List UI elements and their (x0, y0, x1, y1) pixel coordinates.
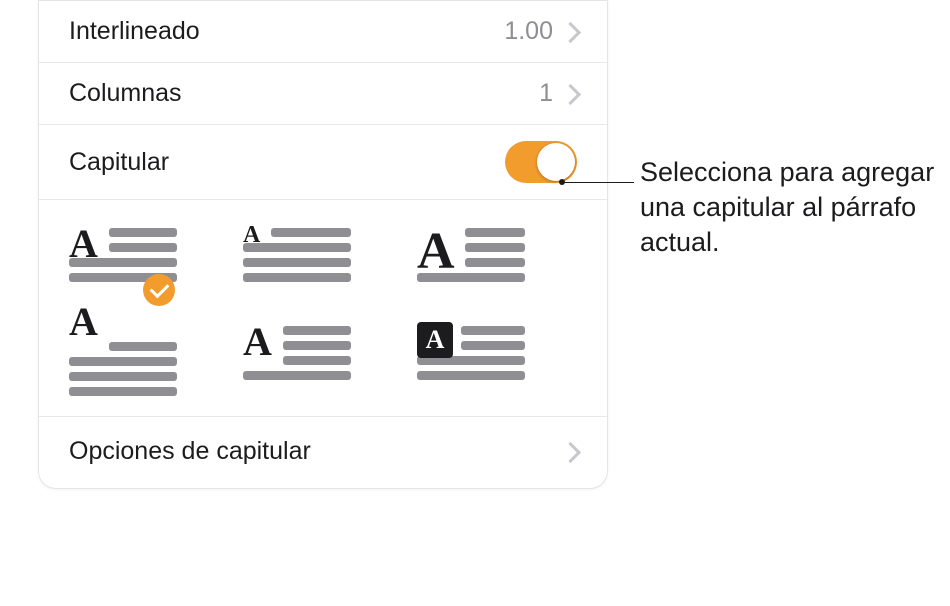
callout-text: Selecciona para agregar una capitular al… (640, 155, 940, 260)
dropcap-style-icon: A (243, 228, 353, 282)
line-spacing-value-wrap: 1.00 (504, 17, 577, 46)
dropcap-style-icon: A (243, 326, 353, 380)
line-spacing-row[interactable]: Interlineado 1.00 (39, 1, 607, 63)
dropcap-options-row[interactable]: Opciones de capitular (39, 417, 607, 478)
dropcap-style-6[interactable]: A (417, 326, 527, 392)
letter-a-icon: A (243, 222, 260, 249)
letter-a-icon: A (69, 298, 98, 345)
dropcap-style-2[interactable]: A (243, 228, 353, 294)
dropcap-row: Capitular (39, 125, 607, 200)
dropcap-style-grid: A A A (69, 228, 539, 392)
dropcap-label: Capitular (69, 148, 169, 177)
letter-a-icon: A (243, 318, 272, 365)
columns-value: 1 (539, 79, 553, 108)
dropcap-style-icon: A (69, 326, 179, 396)
line-spacing-label: Interlineado (69, 17, 200, 46)
line-spacing-value: 1.00 (504, 17, 553, 46)
dropcap-style-icon: A (417, 326, 527, 380)
dropcap-style-3[interactable]: A (417, 228, 527, 294)
dropcap-styles-section: A A A (39, 200, 607, 417)
dropcap-style-5[interactable]: A (243, 326, 353, 392)
chevron-right-icon (565, 442, 577, 462)
columns-label: Columnas (69, 79, 182, 108)
chevron-right-icon (565, 22, 577, 42)
columns-value-wrap: 1 (539, 79, 577, 108)
toggle-knob (537, 143, 575, 181)
checkmark-icon (143, 274, 175, 306)
dropcap-options-label: Opciones de capitular (69, 437, 311, 466)
letter-a-boxed-icon: A (417, 322, 453, 358)
callout-connector (562, 182, 634, 183)
letter-a-icon: A (69, 220, 98, 267)
dropcap-style-icon: A (417, 228, 527, 282)
columns-row[interactable]: Columnas 1 (39, 63, 607, 125)
format-panel: Interlineado 1.00 Columnas 1 Capitular A (38, 0, 608, 489)
letter-a-icon: A (417, 222, 455, 281)
dropcap-style-1[interactable]: A (69, 228, 179, 294)
chevron-right-icon (565, 84, 577, 104)
dropcap-toggle[interactable] (505, 141, 577, 183)
dropcap-style-4[interactable]: A (69, 326, 179, 392)
